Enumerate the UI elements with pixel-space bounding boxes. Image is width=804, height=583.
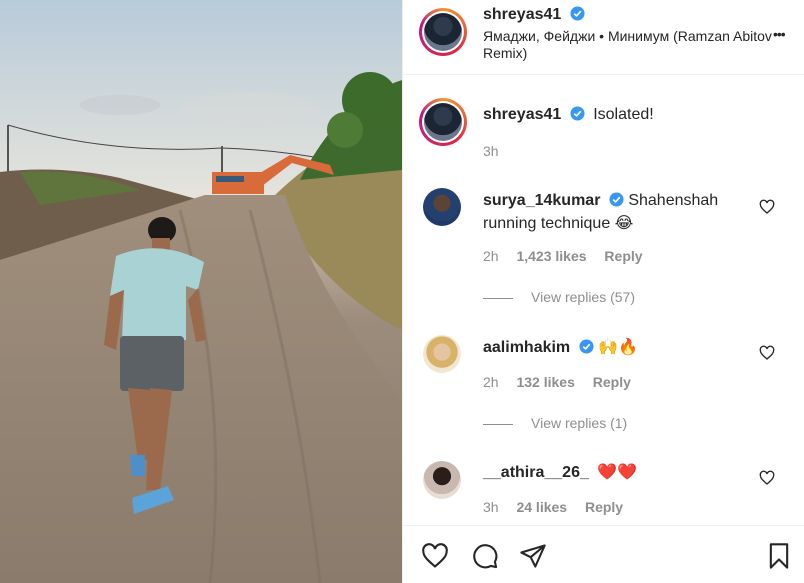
commenter-avatar[interactable]: [423, 335, 461, 373]
comment-body: surya_14kumar Shahenshah running techniq…: [483, 190, 743, 235]
comment-time: 2h: [483, 248, 499, 264]
view-replies-label: View replies (57): [531, 289, 636, 305]
author-username[interactable]: shreyas41: [483, 6, 561, 23]
comment-likes[interactable]: 132 likes: [516, 374, 574, 390]
comment-emoji: ❤️❤️: [597, 462, 638, 481]
comment-time: 2h: [483, 374, 499, 390]
verified-badge-icon: [579, 339, 594, 354]
commenter-avatar[interactable]: [423, 188, 461, 226]
post-photo: [0, 0, 402, 583]
bookmark-icon[interactable]: [765, 542, 793, 570]
comment-username[interactable]: aalimhakim: [483, 339, 570, 356]
comment-emoji: 😂: [614, 213, 634, 232]
verified-badge-icon: [570, 6, 585, 21]
post-side-panel: shreyas41 Ямаджи, Фейджи • Минимум (Ramz…: [402, 0, 804, 583]
caption: shreyas41 Isolated!: [483, 106, 654, 124]
comment-like-heart-icon[interactable]: [759, 199, 775, 215]
more-options-icon[interactable]: •••: [773, 26, 786, 42]
comment-icon[interactable]: [471, 542, 499, 570]
view-replies-button[interactable]: View replies (57): [483, 289, 635, 305]
replies-divider-line: [483, 423, 513, 425]
caption-author-avatar[interactable]: [419, 98, 467, 146]
author-avatar[interactable]: [419, 8, 467, 56]
view-replies-label: View replies (1): [531, 415, 628, 431]
comment-username[interactable]: surya_14kumar: [483, 192, 600, 209]
comment-body: aalimhakim 🙌🔥: [483, 336, 638, 359]
comment-body: __athira__26_ ❤️❤️: [483, 461, 637, 484]
view-replies-button[interactable]: View replies (1): [483, 415, 627, 431]
heart-icon[interactable]: [421, 542, 449, 570]
caption-username[interactable]: shreyas41: [483, 106, 561, 123]
replies-divider-line: [483, 297, 513, 299]
reply-button[interactable]: Reply: [604, 248, 642, 264]
commenter-avatar[interactable]: [423, 461, 461, 499]
reply-button[interactable]: Reply: [593, 374, 631, 390]
comment-likes[interactable]: 1,423 likes: [516, 248, 586, 264]
comment-time: 3h: [483, 499, 499, 515]
post-header: shreyas41 Ямаджи, Фейджи • Минимум (Ramz…: [403, 0, 804, 75]
verified-badge-icon: [570, 106, 585, 121]
comment-meta: 2h 132 likes Reply: [483, 374, 645, 390]
comment-meta: 2h 1,423 likes Reply: [483, 248, 657, 264]
share-icon[interactable]: [519, 542, 547, 570]
comment-likes[interactable]: 24 likes: [516, 499, 567, 515]
verified-badge-icon: [609, 192, 624, 207]
audio-track-link[interactable]: Ямаджи, Фейджи • Минимум (Ramzan Abitov …: [483, 28, 783, 62]
post-media[interactable]: [0, 0, 402, 583]
comment-like-heart-icon[interactable]: [759, 345, 775, 361]
comment-meta: 3h 24 likes Reply: [483, 499, 637, 515]
comment-like-heart-icon[interactable]: [759, 470, 775, 486]
caption-text: Isolated!: [593, 106, 654, 123]
caption-time: 3h: [483, 143, 499, 159]
comment-emoji: 🙌🔥: [598, 337, 638, 356]
reply-button[interactable]: Reply: [585, 499, 623, 515]
action-bar: [403, 525, 804, 583]
comment-username[interactable]: __athira__26_: [483, 464, 589, 481]
